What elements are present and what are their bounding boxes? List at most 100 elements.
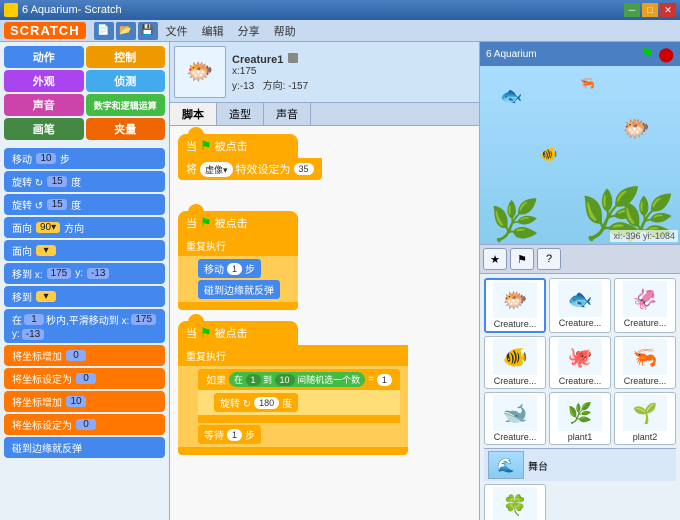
- script-group-2: 当 ⚑ 被点击 重复执行 移动 1 步 碰到边缘就反弹: [178, 211, 298, 310]
- block-move[interactable]: 移动 10 步: [4, 148, 165, 169]
- sprite-label-0: Creature...: [488, 319, 542, 329]
- cat-motion[interactable]: 动作: [4, 46, 84, 68]
- tab-sounds[interactable]: 声音: [264, 103, 311, 125]
- seaweed-1: 🌿: [490, 197, 540, 244]
- sprite-name: Creature1: [232, 54, 283, 66]
- block-set-x[interactable]: 将坐标设定为 0: [4, 368, 165, 389]
- menu-edit[interactable]: 编辑: [196, 21, 230, 41]
- fish-1: 🐟: [500, 86, 522, 107]
- stop-button[interactable]: ⬤: [658, 46, 674, 63]
- sprite-item-2[interactable]: 🦑 Creature...: [614, 278, 676, 333]
- sprite-thumb-3: 🐠: [493, 339, 537, 375]
- tab-scripts[interactable]: 脚本: [170, 103, 217, 125]
- scripts-panel: 🐡 Creature1 x:175 y:-13 方向: -157 脚本 造型 声…: [170, 42, 480, 520]
- open-file-icon[interactable]: 📂: [116, 22, 136, 40]
- fish-2: 🐡: [623, 116, 650, 142]
- tool-flag[interactable]: ⚑: [510, 248, 534, 270]
- block-glide[interactable]: 在 1 秒内,平滑移动到 x: 175 y: -13: [4, 309, 165, 343]
- main-container: 动作 控制 外观 侦测 声音 数字和逻辑运算 画笔 夹量 移动 10 步 旋转 …: [0, 42, 680, 520]
- block-moveto[interactable]: 移到 x: 175 y: -13: [4, 263, 165, 284]
- menu-help[interactable]: 帮助: [268, 21, 302, 41]
- block-set-y[interactable]: 将坐标设定为 0: [4, 414, 165, 435]
- forever-bottom-2: [178, 302, 298, 310]
- category-grid: 动作 控制 外观 侦测 声音 数字和逻辑运算 画笔 夹量: [0, 42, 169, 144]
- stage-mini-thumb: 🌊: [488, 451, 524, 479]
- forever-block-3[interactable]: 重复执行: [178, 345, 408, 366]
- tabs-row: 脚本 造型 声音: [170, 103, 479, 126]
- stage-canvas[interactable]: 🌿 🌿 🌿 🐟 🐡 🐠 🦐 xi:-396 yi:-1084: [480, 66, 680, 244]
- sprite-thumb-5: 🦐: [623, 339, 667, 375]
- if-block-top[interactable]: 如果 在 1 到 10 间随机选一个数 = 1: [198, 369, 400, 390]
- maximize-button[interactable]: □: [642, 3, 658, 17]
- block-change-x[interactable]: 将坐标增加 0: [4, 345, 165, 366]
- move-block-inner[interactable]: 移动 1 步 碰到边缘就反弹: [178, 256, 298, 302]
- cat-looks[interactable]: 外观: [4, 70, 84, 92]
- stage-toolbar: ★ ⚑ ?: [480, 244, 680, 274]
- save-file-icon[interactable]: 💾: [138, 22, 158, 40]
- sprite-info: Creature1 x:175 y:-13 方向: -157: [232, 53, 308, 92]
- sprite-label-3: Creature...: [487, 376, 543, 386]
- sprite-label-4: Creature...: [552, 376, 608, 386]
- sprite-item-3[interactable]: 🐠 Creature...: [484, 336, 546, 389]
- cat-control[interactable]: 控制: [86, 46, 166, 68]
- sprite-label-7: plant1: [552, 432, 608, 442]
- block-moveto-sprite[interactable]: 移到 ▾: [4, 286, 165, 307]
- stage-row[interactable]: 🌊 舞台: [484, 448, 676, 481]
- sprite-item-6[interactable]: 🐋 Creature...: [484, 392, 546, 445]
- menu-file[interactable]: 文件: [160, 21, 194, 41]
- close-button[interactable]: ✕: [660, 3, 676, 17]
- if-block-bottom: [198, 415, 400, 423]
- sprite-item-4[interactable]: 🐙 Creature...: [549, 336, 611, 389]
- sprite-thumb-8: 🌱: [623, 395, 667, 431]
- if-block-wrapper: 如果 在 1 到 10 间随机选一个数 = 1 旋转 ↻ 180 度 等: [178, 366, 408, 447]
- cat-operators[interactable]: 数字和逻辑运算: [86, 94, 166, 116]
- stage-label: 6 Aquarium ⚑ ⬤: [480, 42, 680, 66]
- sprite-thumb-1: 🐟: [558, 281, 602, 317]
- window-title: 6 Aquarium- Scratch: [22, 4, 122, 16]
- aquarium-background: 🌿 🌿 🌿 🐟 🐡 🐠 🦐 xi:-396 yi:-1084: [480, 66, 680, 244]
- sprite-label-2: Creature...: [617, 318, 673, 328]
- block-turn-left[interactable]: 旋转 ↺ 15 度: [4, 194, 165, 215]
- go-button[interactable]: ⚑: [640, 44, 654, 64]
- new-file-icon[interactable]: 📄: [94, 22, 114, 40]
- tool-question[interactable]: ?: [537, 248, 561, 270]
- menu-share[interactable]: 分享: [232, 21, 266, 41]
- script-canvas[interactable]: 当 ⚑ 被点击 将 虚像▾ 特效设定为 35 当 ⚑ 被点击 重复执行 移动 1…: [170, 126, 479, 520]
- sprites-grid: 🐡 Creature... 🐟 Creature... 🦑 Creature..…: [484, 278, 676, 445]
- sprite-item-7[interactable]: 🌿 plant1: [549, 392, 611, 445]
- hat-block-3[interactable]: 当 ⚑ 被点击: [178, 321, 298, 345]
- sprite-header: 🐡 Creature1 x:175 y:-13 方向: -157: [170, 42, 479, 103]
- forever-bottom-3: [178, 447, 408, 455]
- cat-sensing[interactable]: 侦测: [86, 70, 166, 92]
- right-panel: 6 Aquarium ⚑ ⬤ 🌿 🌿 🌿 🐟 🐡 🐠 🦐 xi:-396 yi:…: [480, 42, 680, 520]
- sprite-thumb-7: 🌿: [558, 395, 602, 431]
- forever-block-2[interactable]: 重复执行: [178, 235, 298, 256]
- sprite-item-5[interactable]: 🦐 Creature...: [614, 336, 676, 389]
- block-face-dir[interactable]: 面向 90▾ 方向: [4, 217, 165, 238]
- window-controls: ─ □ ✕: [624, 3, 676, 17]
- cat-sound[interactable]: 声音: [4, 94, 84, 116]
- block-change-y[interactable]: 将坐标增加 10: [4, 391, 165, 412]
- lock-icon: [288, 53, 298, 63]
- fish-4: 🦐: [580, 76, 595, 90]
- menu-bar: SCRATCH 📄 📂 💾 文件 编辑 分享 帮助: [0, 20, 680, 42]
- hat-block-1[interactable]: 当 ⚑ 被点击: [178, 134, 298, 158]
- sprite-item-0[interactable]: 🐡 Creature...: [484, 278, 546, 333]
- minimize-button[interactable]: ─: [624, 3, 640, 17]
- hat-block-2[interactable]: 当 ⚑ 被点击: [178, 211, 298, 235]
- stage-title: 6 Aquarium: [486, 49, 537, 60]
- tool-star[interactable]: ★: [483, 248, 507, 270]
- block-turn-right[interactable]: 旋转 ↻ 15 度: [4, 171, 165, 192]
- wait-block[interactable]: 等待 1 步: [198, 425, 261, 444]
- block-face-sprite[interactable]: 面向 ▾: [4, 240, 165, 261]
- sprite-item-1[interactable]: 🐟 Creature...: [549, 278, 611, 333]
- block-bounce[interactable]: 碰到边缘就反弹: [4, 437, 165, 458]
- sprite-item-9[interactable]: 🍀 plant3: [484, 484, 546, 520]
- set-effect-block[interactable]: 将 虚像▾ 特效设定为 35: [178, 158, 322, 180]
- tab-costumes[interactable]: 造型: [217, 103, 264, 125]
- cat-pen[interactable]: 画笔: [4, 118, 84, 140]
- if-inner: 旋转 ↻ 180 度: [198, 390, 400, 415]
- cat-variables[interactable]: 夹量: [86, 118, 166, 140]
- turn-block-inner[interactable]: 旋转 ↻ 180 度: [214, 393, 298, 412]
- sprite-item-8[interactable]: 🌱 plant2: [614, 392, 676, 445]
